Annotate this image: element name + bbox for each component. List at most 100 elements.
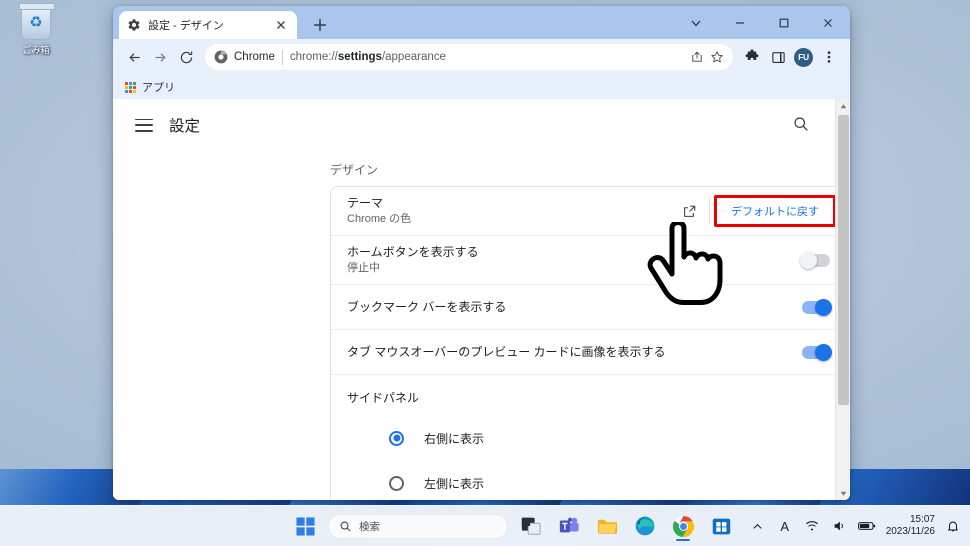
settings-page: 設定 デザイン テーマ Chrome の色 デフォルトに戻す ホームボタンを表示… bbox=[113, 99, 850, 500]
reset-to-default-button[interactable]: デフォルトに戻す bbox=[720, 201, 830, 223]
omnibox-divider bbox=[281, 49, 283, 65]
toggle-show-bookmarks-bar[interactable] bbox=[802, 298, 832, 316]
tab-search-button[interactable] bbox=[674, 6, 718, 39]
toggle-tab-hover-preview[interactable] bbox=[802, 343, 832, 361]
reset-theme-wrapper: デフォルトに戻す bbox=[714, 195, 836, 227]
bookmarks-bar: アプリ bbox=[113, 75, 850, 99]
window-controls bbox=[674, 6, 850, 39]
setting-text: サイドパネル bbox=[347, 390, 830, 406]
page-scrollbar[interactable] bbox=[835, 99, 850, 500]
radio-button-right[interactable] bbox=[389, 430, 404, 446]
setting-text: タブ マウスオーバーのプレビュー カードに画像を表示する bbox=[347, 344, 802, 360]
setting-row-theme: テーマ Chrome の色 デフォルトに戻す bbox=[331, 187, 846, 236]
taskbar-clock[interactable]: 15:07 2023/11/26 bbox=[886, 514, 935, 538]
appearance-settings-card: テーマ Chrome の色 デフォルトに戻す ホームボタンを表示する 停止中 ブ… bbox=[330, 186, 847, 500]
setting-row-tab-hover-preview: タブ マウスオーバーのプレビュー カードに画像を表示する bbox=[331, 330, 846, 375]
taskbar-item-file-explorer[interactable] bbox=[592, 511, 622, 541]
radio-label: 左側に表示 bbox=[424, 477, 485, 491]
row-divider bbox=[709, 198, 710, 224]
speaker-icon[interactable] bbox=[830, 517, 848, 535]
browser-tab[interactable]: 設定 - デザイン bbox=[119, 11, 297, 39]
tab-strip: 設定 - デザイン bbox=[113, 6, 850, 39]
page-title: 設定 bbox=[169, 118, 201, 135]
scroll-down-arrow-icon[interactable] bbox=[836, 486, 850, 500]
section-title: デザイン bbox=[330, 163, 379, 177]
setting-subtitle: 停止中 bbox=[347, 262, 380, 274]
setting-title: ホームボタンを表示する bbox=[347, 245, 479, 259]
scrollbar-thumb[interactable] bbox=[838, 115, 849, 405]
setting-text: ホームボタンを表示する 停止中 bbox=[347, 244, 802, 276]
setting-text: テーマ Chrome の色 bbox=[347, 195, 679, 227]
radio-row-show-on-left[interactable]: 左側に表示 bbox=[331, 461, 846, 500]
chevron-up-icon[interactable] bbox=[749, 517, 767, 535]
settings-content: デザイン テーマ Chrome の色 デフォルトに戻す ホームボタンを表示する … bbox=[113, 161, 850, 500]
windows-start-icon[interactable] bbox=[290, 511, 320, 541]
new-tab-button[interactable] bbox=[309, 14, 331, 36]
wifi-icon[interactable] bbox=[803, 517, 821, 535]
chrome-logo-icon bbox=[214, 50, 228, 64]
tab-title: 設定 - デザイン bbox=[148, 20, 224, 32]
minimize-button[interactable] bbox=[718, 6, 762, 39]
windows-taskbar: 検索 A 15:07 2023/11/26 bbox=[0, 505, 970, 546]
setting-title: テーマ bbox=[347, 196, 384, 210]
maximize-button[interactable] bbox=[762, 6, 806, 39]
taskbar-item-google-chrome[interactable] bbox=[668, 511, 698, 541]
address-bar-url: chrome://settings/appearance bbox=[289, 51, 446, 63]
setting-title: タブ マウスオーバーのプレビュー カードに画像を表示する bbox=[347, 345, 666, 359]
radio-button-left[interactable] bbox=[389, 476, 404, 491]
bookmark-label: アプリ bbox=[142, 82, 175, 94]
radio-row-show-on-right[interactable]: 右側に表示 bbox=[331, 415, 846, 461]
radio-label: 右側に表示 bbox=[424, 431, 485, 446]
side-panel-button[interactable] bbox=[765, 44, 791, 70]
close-icon[interactable] bbox=[273, 17, 289, 33]
bell-icon[interactable] bbox=[944, 517, 962, 535]
setting-row-side-panel: サイドパネル bbox=[331, 375, 846, 415]
back-button[interactable] bbox=[121, 44, 147, 70]
setting-title: サイドパネル bbox=[347, 391, 420, 405]
bookmark-item-apps[interactable]: アプリ bbox=[125, 79, 175, 95]
three-dot-menu-icon[interactable] bbox=[816, 44, 842, 70]
setting-text: ブックマーク バーを表示する bbox=[347, 299, 802, 315]
taskbar-center-group: 検索 bbox=[290, 511, 736, 541]
extensions-button[interactable] bbox=[739, 44, 765, 70]
close-button[interactable] bbox=[806, 6, 850, 39]
avatar[interactable]: FU bbox=[794, 47, 813, 67]
setting-row-show-bookmarks-bar: ブックマーク バーを表示する bbox=[331, 285, 846, 330]
chrome-window: 設定 - デザイン Chrome chrome://settings/appea… bbox=[113, 6, 850, 500]
taskbar-item-microsoft-store[interactable] bbox=[706, 511, 736, 541]
taskbar-item-task-view[interactable] bbox=[516, 511, 546, 541]
site-chip-label: Chrome bbox=[234, 51, 275, 63]
taskbar-item-microsoft-teams[interactable] bbox=[554, 511, 584, 541]
forward-button[interactable] bbox=[147, 44, 173, 70]
address-bar[interactable]: Chrome chrome://settings/appearance bbox=[205, 44, 733, 70]
ime-mode-indicator[interactable]: A bbox=[776, 517, 794, 535]
apps-grid-icon bbox=[125, 81, 136, 93]
desktop-icon-recycle-bin[interactable]: ♻ ごみ箱 bbox=[8, 3, 64, 56]
hamburger-menu-icon[interactable] bbox=[135, 118, 153, 132]
search-placeholder: 検索 bbox=[359, 520, 380, 533]
recycle-bin-label: ごみ箱 bbox=[22, 45, 50, 55]
taskbar-search-box[interactable]: 検索 bbox=[328, 513, 508, 539]
scroll-up-arrow-icon[interactable] bbox=[836, 99, 850, 113]
settings-gear-icon bbox=[127, 18, 141, 32]
star-icon[interactable] bbox=[707, 47, 727, 67]
battery-icon[interactable] bbox=[857, 517, 877, 535]
taskbar-item-microsoft-edge[interactable] bbox=[630, 511, 660, 541]
setting-title: ブックマーク バーを表示する bbox=[347, 300, 507, 314]
share-icon[interactable] bbox=[687, 47, 707, 67]
search-icon[interactable] bbox=[792, 115, 814, 137]
toggle-show-home-button[interactable] bbox=[800, 251, 830, 269]
recycle-bin-icon: ♻ bbox=[19, 3, 55, 40]
setting-subtitle: Chrome の色 bbox=[347, 213, 412, 225]
setting-row-show-home-button: ホームボタンを表示する 停止中 bbox=[331, 236, 846, 285]
system-tray: A 15:07 2023/11/26 bbox=[749, 514, 962, 538]
desktop-background: ♻ ごみ箱 設定 - デザイン Chrome chrome://settings… bbox=[0, 0, 970, 546]
open-in-new-icon[interactable] bbox=[679, 201, 699, 221]
browser-toolbar: Chrome chrome://settings/appearance FU bbox=[113, 39, 850, 75]
active-app-indicator bbox=[676, 538, 690, 541]
clock-date: 2023/11/26 bbox=[885, 526, 935, 537]
search-icon bbox=[340, 521, 351, 531]
clock-time: 15:07 bbox=[909, 514, 935, 525]
reload-button[interactable] bbox=[173, 44, 199, 70]
settings-header: 設定 bbox=[113, 99, 850, 151]
